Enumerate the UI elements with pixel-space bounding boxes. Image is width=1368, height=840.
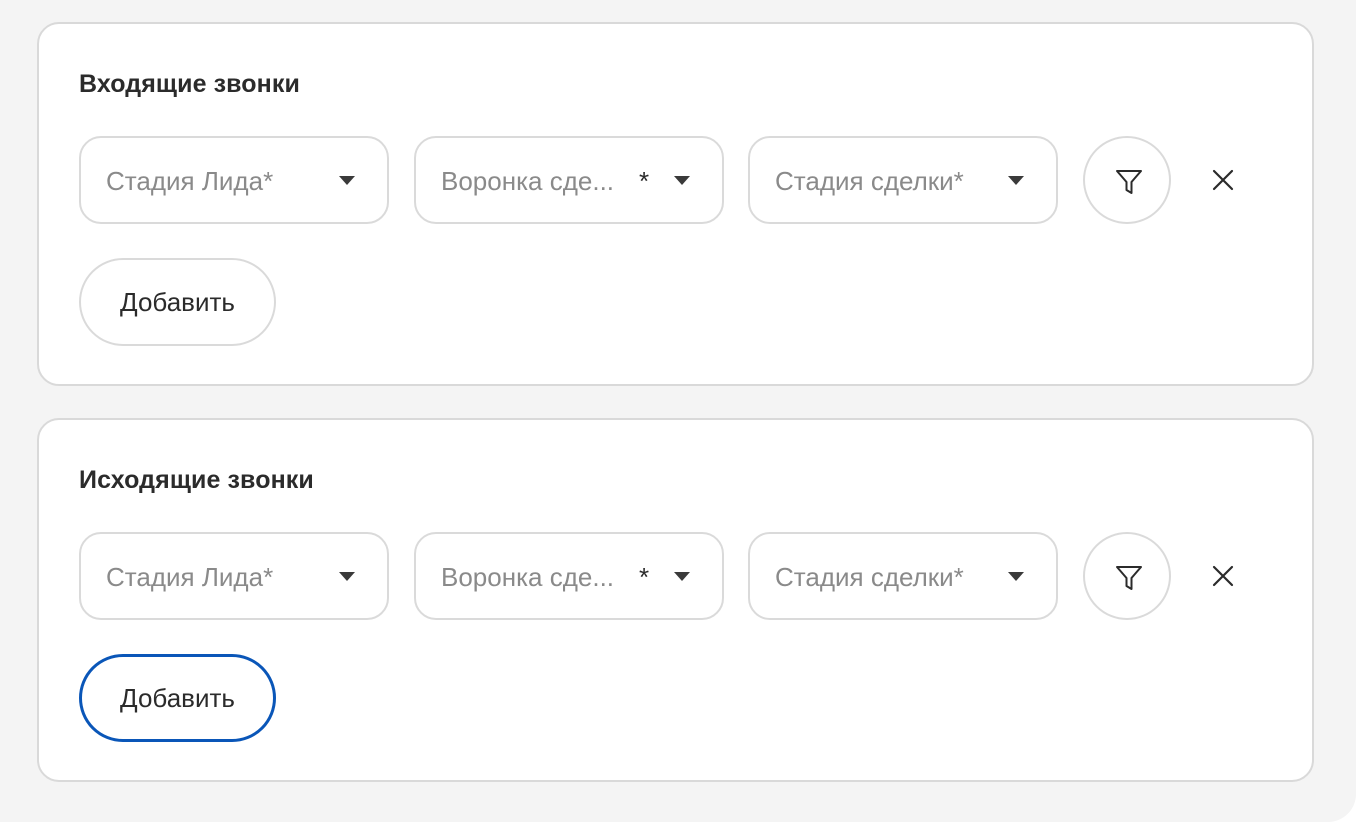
deal-stage-select[interactable]: Стадия сделки* (748, 532, 1058, 620)
deal-funnel-select[interactable]: Воронка сде... * (414, 532, 724, 620)
add-button[interactable]: Добавить (79, 654, 276, 742)
page-background: Входящие звонки Стадия Лида* Воронка сде… (0, 0, 1356, 822)
required-mark: * (639, 562, 650, 592)
chevron-down-icon (674, 176, 690, 185)
chevron-down-icon (339, 572, 355, 581)
chevron-down-icon (1008, 572, 1024, 581)
remove-row-button[interactable] (1209, 562, 1237, 590)
filter-row: Стадия Лида* Воронка сде... * Стадия сде… (79, 532, 1279, 620)
remove-row-button[interactable] (1209, 166, 1237, 194)
filter-button[interactable] (1083, 136, 1171, 224)
select-label: Стадия сделки* (775, 562, 964, 592)
deal-funnel-select[interactable]: Воронка сде... * (414, 136, 724, 224)
chevron-down-icon (674, 572, 690, 581)
filter-row: Стадия Лида* Воронка сде... * Стадия сде… (79, 136, 1279, 224)
select-label: Стадия Лида* (106, 166, 274, 196)
outgoing-calls-card: Исходящие звонки Стадия Лида* Воронка сд… (37, 418, 1314, 782)
select-label: Воронка сде... (441, 166, 615, 196)
section-title: Входящие звонки (79, 70, 300, 98)
chevron-down-icon (339, 176, 355, 185)
chevron-down-icon (1008, 176, 1024, 185)
lead-stage-select[interactable]: Стадия Лида* (79, 136, 389, 224)
section-title: Исходящие звонки (79, 466, 314, 494)
filter-button[interactable] (1083, 532, 1171, 620)
close-icon (1212, 565, 1234, 587)
filter-icon (1116, 170, 1142, 194)
select-label: Воронка сде... (441, 562, 615, 592)
required-mark: * (639, 166, 650, 196)
select-label: Стадия Лида* (106, 562, 274, 592)
close-icon (1212, 169, 1234, 191)
filter-icon (1116, 566, 1142, 590)
add-button[interactable]: Добавить (79, 258, 276, 346)
deal-stage-select[interactable]: Стадия сделки* (748, 136, 1058, 224)
incoming-calls-card: Входящие звонки Стадия Лида* Воронка сде… (37, 22, 1314, 386)
select-label: Стадия сделки* (775, 166, 964, 196)
lead-stage-select[interactable]: Стадия Лида* (79, 532, 389, 620)
